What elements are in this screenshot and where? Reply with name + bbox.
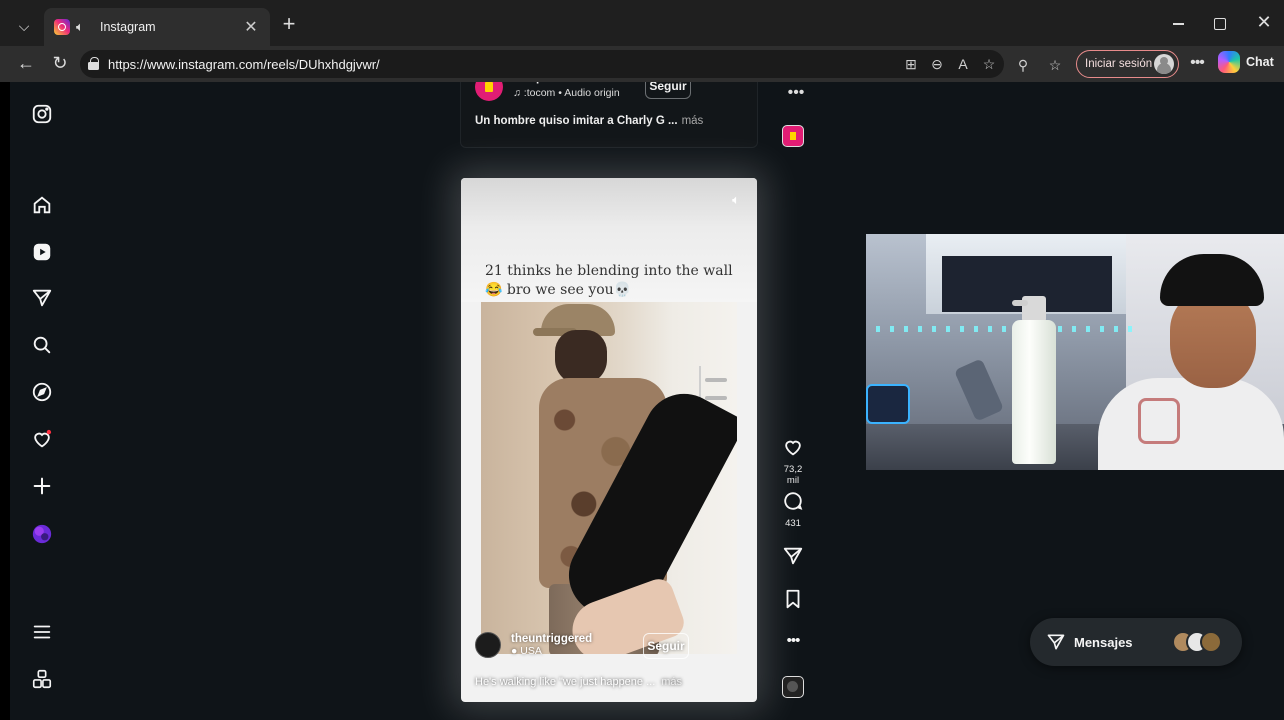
previous-reel-audio[interactable]: ♫ :tocom • Audio origin bbox=[513, 87, 620, 99]
cam-bottle bbox=[1012, 296, 1056, 464]
reel-caption-text: He's walking like "we just happene ... bbox=[475, 676, 656, 688]
previous-reel-caption[interactable]: Un hombre quiso imitar a Charly G ... más bbox=[475, 115, 703, 127]
tab-close-icon[interactable]: ✕ bbox=[242, 17, 260, 37]
like-button[interactable]: 73,2 mil bbox=[780, 436, 806, 486]
app-available-icon[interactable]: ⊞ bbox=[902, 54, 920, 74]
face bbox=[1170, 292, 1256, 388]
comment-button[interactable]: 431 bbox=[780, 490, 806, 529]
cam-phone bbox=[953, 358, 1005, 422]
messages-button[interactable]: Mensajes bbox=[1030, 618, 1242, 666]
reel-overlay-text: 21 thinks he blending into the wall😂 bro… bbox=[485, 263, 733, 298]
previous-reel-username[interactable]: elimpactocom bbox=[513, 82, 590, 84]
browser-tab[interactable]: 🔈︎ Instagram ✕ bbox=[44, 8, 270, 46]
previous-reel-more-link[interactable]: más bbox=[682, 115, 704, 127]
comment-count: 431 bbox=[785, 518, 801, 529]
share-button[interactable] bbox=[780, 545, 806, 572]
heart-icon bbox=[785, 440, 801, 456]
previous-reel-audio-thumbnail[interactable] bbox=[782, 125, 804, 147]
head bbox=[555, 330, 607, 384]
new-tab-icon[interactable]: + bbox=[278, 13, 300, 36]
zoom-out-icon[interactable]: ⊖ bbox=[928, 54, 946, 74]
previous-reel-follow-button[interactable]: Seguir bbox=[645, 82, 691, 99]
copilot-label: Chat bbox=[1246, 55, 1274, 69]
message-avatar bbox=[1200, 631, 1222, 653]
bookmark-icon bbox=[786, 589, 800, 609]
reel-video-frame[interactable] bbox=[481, 302, 737, 654]
direct-message-icon bbox=[1047, 634, 1065, 650]
comment-icon bbox=[784, 492, 803, 510]
ig-sidebar bbox=[10, 82, 74, 720]
tab-title: Instagram bbox=[100, 20, 156, 34]
favorites-icon[interactable]: ☆ bbox=[1046, 56, 1064, 74]
message-avatars bbox=[1172, 631, 1224, 653]
profile-avatar[interactable] bbox=[30, 522, 54, 546]
save-button[interactable] bbox=[780, 588, 806, 615]
follow-button[interactable]: Seguir bbox=[643, 633, 689, 659]
browser-menu-icon[interactable]: ••• bbox=[1186, 52, 1208, 74]
address-bar[interactable]: https://www.instagram.com/reels/DUhxhdgj… bbox=[80, 50, 1004, 78]
like-count: 73,2 mil bbox=[783, 464, 803, 486]
favorite-star-icon[interactable]: ☆ bbox=[980, 54, 998, 74]
previous-reel-card[interactable]: elimpactocom ♫ :tocom • Audio origin Seg… bbox=[460, 82, 758, 148]
reel-caption[interactable]: He's walking like "we just happene ... má… bbox=[475, 676, 682, 688]
window-restore-icon[interactable] bbox=[1214, 18, 1226, 30]
direct-icon[interactable] bbox=[30, 286, 54, 310]
window-close-icon[interactable]: ✕ bbox=[1254, 12, 1274, 32]
tab-list-chevron-icon[interactable]: ⌵ bbox=[12, 14, 36, 38]
refresh-icon[interactable]: ↻ bbox=[48, 52, 72, 76]
reels-icon[interactable] bbox=[30, 240, 54, 264]
menu-icon[interactable] bbox=[30, 620, 54, 644]
search-icon[interactable] bbox=[30, 333, 54, 357]
previous-reel-avatar[interactable] bbox=[475, 82, 503, 101]
streamer bbox=[1098, 248, 1284, 470]
explore-icon[interactable] bbox=[30, 380, 54, 404]
back-arrow-icon[interactable]: ← bbox=[14, 52, 38, 76]
window-minimize-icon[interactable] bbox=[1170, 14, 1188, 32]
reel-caption-more-link[interactable]: más bbox=[661, 676, 682, 688]
tab-audio-icon[interactable]: 🔈︎ bbox=[76, 19, 94, 35]
cam-device bbox=[866, 384, 910, 424]
bottle-body bbox=[1012, 320, 1056, 464]
instagram-logo-icon[interactable] bbox=[30, 102, 54, 126]
url-text[interactable]: https://www.instagram.com/reels/DUhxhdgj… bbox=[108, 57, 380, 72]
browser-titlebar: ⌵ 🔈︎ Instagram ✕ + ✕ bbox=[0, 0, 1284, 46]
mute-toggle-icon[interactable]: 🔈︎ bbox=[727, 192, 745, 210]
read-aloud-icon[interactable]: A bbox=[954, 54, 972, 74]
signin-label: Iniciar sesión bbox=[1085, 58, 1153, 70]
reel-author[interactable]: theuntriggered ● USA bbox=[475, 632, 592, 658]
extensions-icon[interactable]: ⚲ bbox=[1014, 56, 1032, 74]
create-icon[interactable] bbox=[30, 474, 54, 498]
browser-toolbar: ← ↻ https://www.instagram.com/reels/DUhx… bbox=[0, 46, 1284, 82]
previous-reel-caption-text: Un hombre quiso imitar a Charly G ... bbox=[475, 115, 678, 127]
messages-label: Mensajes bbox=[1074, 634, 1133, 650]
home-icon[interactable] bbox=[30, 193, 54, 217]
tshirt bbox=[1098, 378, 1284, 470]
notifications-heart-icon[interactable] bbox=[30, 427, 54, 451]
previous-reel-more-options-icon[interactable]: ••• bbox=[786, 84, 806, 102]
beanie bbox=[1160, 254, 1264, 306]
instagram-favicon-icon bbox=[54, 19, 70, 35]
reel-video-card[interactable]: 🔈︎ 21 thinks he blending into the wall😂 … bbox=[461, 178, 757, 702]
bottle-pump bbox=[1012, 296, 1046, 322]
more-options-icon[interactable]: ••• bbox=[780, 632, 806, 649]
profile-avatar-icon bbox=[1154, 54, 1174, 74]
webcam-overlay bbox=[866, 234, 1284, 470]
more-apps-icon[interactable] bbox=[30, 667, 54, 691]
lock-icon[interactable] bbox=[88, 57, 99, 70]
copilot-chat-button[interactable]: Chat bbox=[1218, 51, 1274, 73]
author-location[interactable]: ● USA bbox=[511, 645, 592, 657]
reel-audio-thumbnail[interactable] bbox=[782, 676, 804, 698]
signin-button[interactable]: Iniciar sesión bbox=[1076, 50, 1179, 78]
author-avatar[interactable] bbox=[475, 632, 501, 658]
cam-led-strip bbox=[876, 326, 1136, 332]
author-username[interactable]: theuntriggered bbox=[511, 633, 592, 645]
share-icon bbox=[783, 547, 803, 565]
copilot-icon bbox=[1218, 51, 1240, 73]
